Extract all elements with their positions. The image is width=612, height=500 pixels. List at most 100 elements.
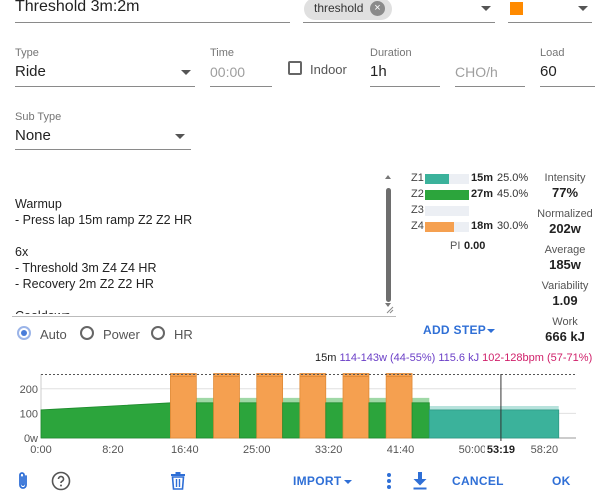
name-value: Threshold 3m:2m [15,0,140,15]
add-step-caret-icon [487,329,495,333]
ok-button[interactable]: OK [552,474,571,488]
load-input[interactable]: 60 [540,63,557,80]
name-field-underline [15,22,290,23]
attachment-icon[interactable] [16,471,30,491]
pi-value: 0.00 [464,240,486,252]
summary-duration: 15m [315,352,337,364]
variability-label: Variability [541,280,589,292]
delete-icon[interactable] [170,472,186,490]
import-button[interactable]: IMPORT [290,472,358,490]
tag-label: threshold [314,1,364,15]
color-field-underline [508,22,592,23]
zone-label-z2: Z2 [411,188,424,200]
target-hr-radio[interactable] [151,326,165,340]
x-tick-label: 25:00 [243,444,271,456]
target-auto-radio[interactable] [17,326,31,340]
subtype-value: None [15,127,51,144]
zone-label-z4: Z4 [411,220,424,232]
average-label: Average [544,244,586,256]
more-options-icon[interactable] [386,472,392,490]
segment-5 [256,373,284,439]
zone-time-z2: 27m [471,188,494,200]
tags-field-underline [303,22,495,23]
normalized-label: Normalized [537,208,593,220]
description-text: Warmup - Press lap 15m ramp Z2 Z2 HR 6x … [15,197,193,314]
type-select[interactable]: Ride [15,62,195,86]
download-icon[interactable] [413,472,427,490]
segment-8 [325,402,344,439]
cursor-time-label: 53:19 [487,444,515,456]
target-auto-label: Auto [40,327,67,342]
summary-hr: 102-128bpm (57-71%) [482,352,593,364]
zone-pct-z4: 30.0% [497,220,529,232]
zone-label-z1: Z1 [411,172,424,184]
scrollbar-thumb[interactable] [386,188,391,302]
help-icon[interactable] [51,471,71,491]
segment-13 [428,409,560,439]
indoor-checkbox[interactable] [288,61,302,75]
import-label: IMPORT [293,474,342,488]
load-underline [540,86,595,87]
subtype-underline [15,149,191,150]
summary-power: 114-143w (44-55%) [339,352,436,364]
subtype-label: Sub Type [15,111,62,123]
y-tick-label: 100 [20,408,38,420]
x-tick-label: 58:20 [531,444,559,456]
add-step-label: ADD STEP [423,323,487,337]
segment-11 [385,373,413,439]
x-tick-label: 8:20 [102,444,123,456]
x-tick-label: 16:40 [171,444,199,456]
color-dropdown-icon[interactable] [578,6,588,11]
time-underline [210,86,272,87]
zone-time-z4: 18m [471,220,494,232]
type-dropdown-icon [181,70,191,75]
scroll-up-icon[interactable] [385,175,391,179]
resize-handle-icon[interactable] [386,306,394,314]
type-label: Type [15,47,39,59]
time-input[interactable]: 00:00 [210,64,245,80]
workout-chart[interactable]: 0w1002000:00 8:20 16:40 25:00 33:20 41:40 50:0… [0,368,612,460]
cancel-button[interactable]: CANCEL [452,474,504,488]
normalized-value: 202w [549,221,581,236]
subtype-select[interactable]: None [15,126,191,150]
segment-6 [282,402,301,439]
target-power-radio[interactable] [80,326,94,340]
time-label: Time [210,47,235,59]
zone-pct-z2: 45.0% [497,188,529,200]
zone-bar-fill-z1 [425,174,449,184]
color-swatch[interactable] [510,2,523,15]
segment-12 [411,402,430,439]
segment-9 [342,373,370,439]
average-value: 185w [549,257,581,272]
work-value: 666 kJ [545,329,585,344]
zone-bar-track-z3 [425,206,469,216]
x-tick-label: 33:20 [315,444,343,456]
indoor-label: Indoor [310,62,347,77]
y-tick-label: 200 [20,384,38,396]
variability-value: 1.09 [552,293,578,308]
summary-energy: 115.6 kJ [438,352,480,364]
target-hr-label: HR [174,327,193,342]
subtype-dropdown-icon [175,134,185,139]
tag-chip[interactable]: threshold × [304,0,392,20]
segment-7 [299,373,327,439]
selection-summary: 15m 114-143w (44-55%) 115.6 kJ 102-128bp… [315,352,592,364]
add-step-button[interactable]: ADD STEP [420,320,500,340]
zone-label-z3: Z3 [411,204,424,216]
remove-tag-icon[interactable]: × [370,1,385,16]
import-caret-icon [344,480,352,484]
zone-pct-z1: 25.0% [497,172,529,184]
segment-3 [213,373,240,439]
pi-label: PI [450,240,461,252]
type-underline [15,86,195,87]
segment-4 [239,402,258,439]
tags-dropdown-icon[interactable] [481,6,491,11]
x-tick-label: 0:00 [30,444,51,456]
name-field[interactable]: Threshold 3m:2m [15,0,290,22]
intensity-label: Intensity [544,172,586,184]
cho-input[interactable]: CHO/h [455,64,498,80]
duration-input[interactable]: 1h [370,63,387,80]
zone-bar-fill-z2 [425,190,469,200]
type-value: Ride [15,63,46,80]
load-label: Load [540,47,565,59]
